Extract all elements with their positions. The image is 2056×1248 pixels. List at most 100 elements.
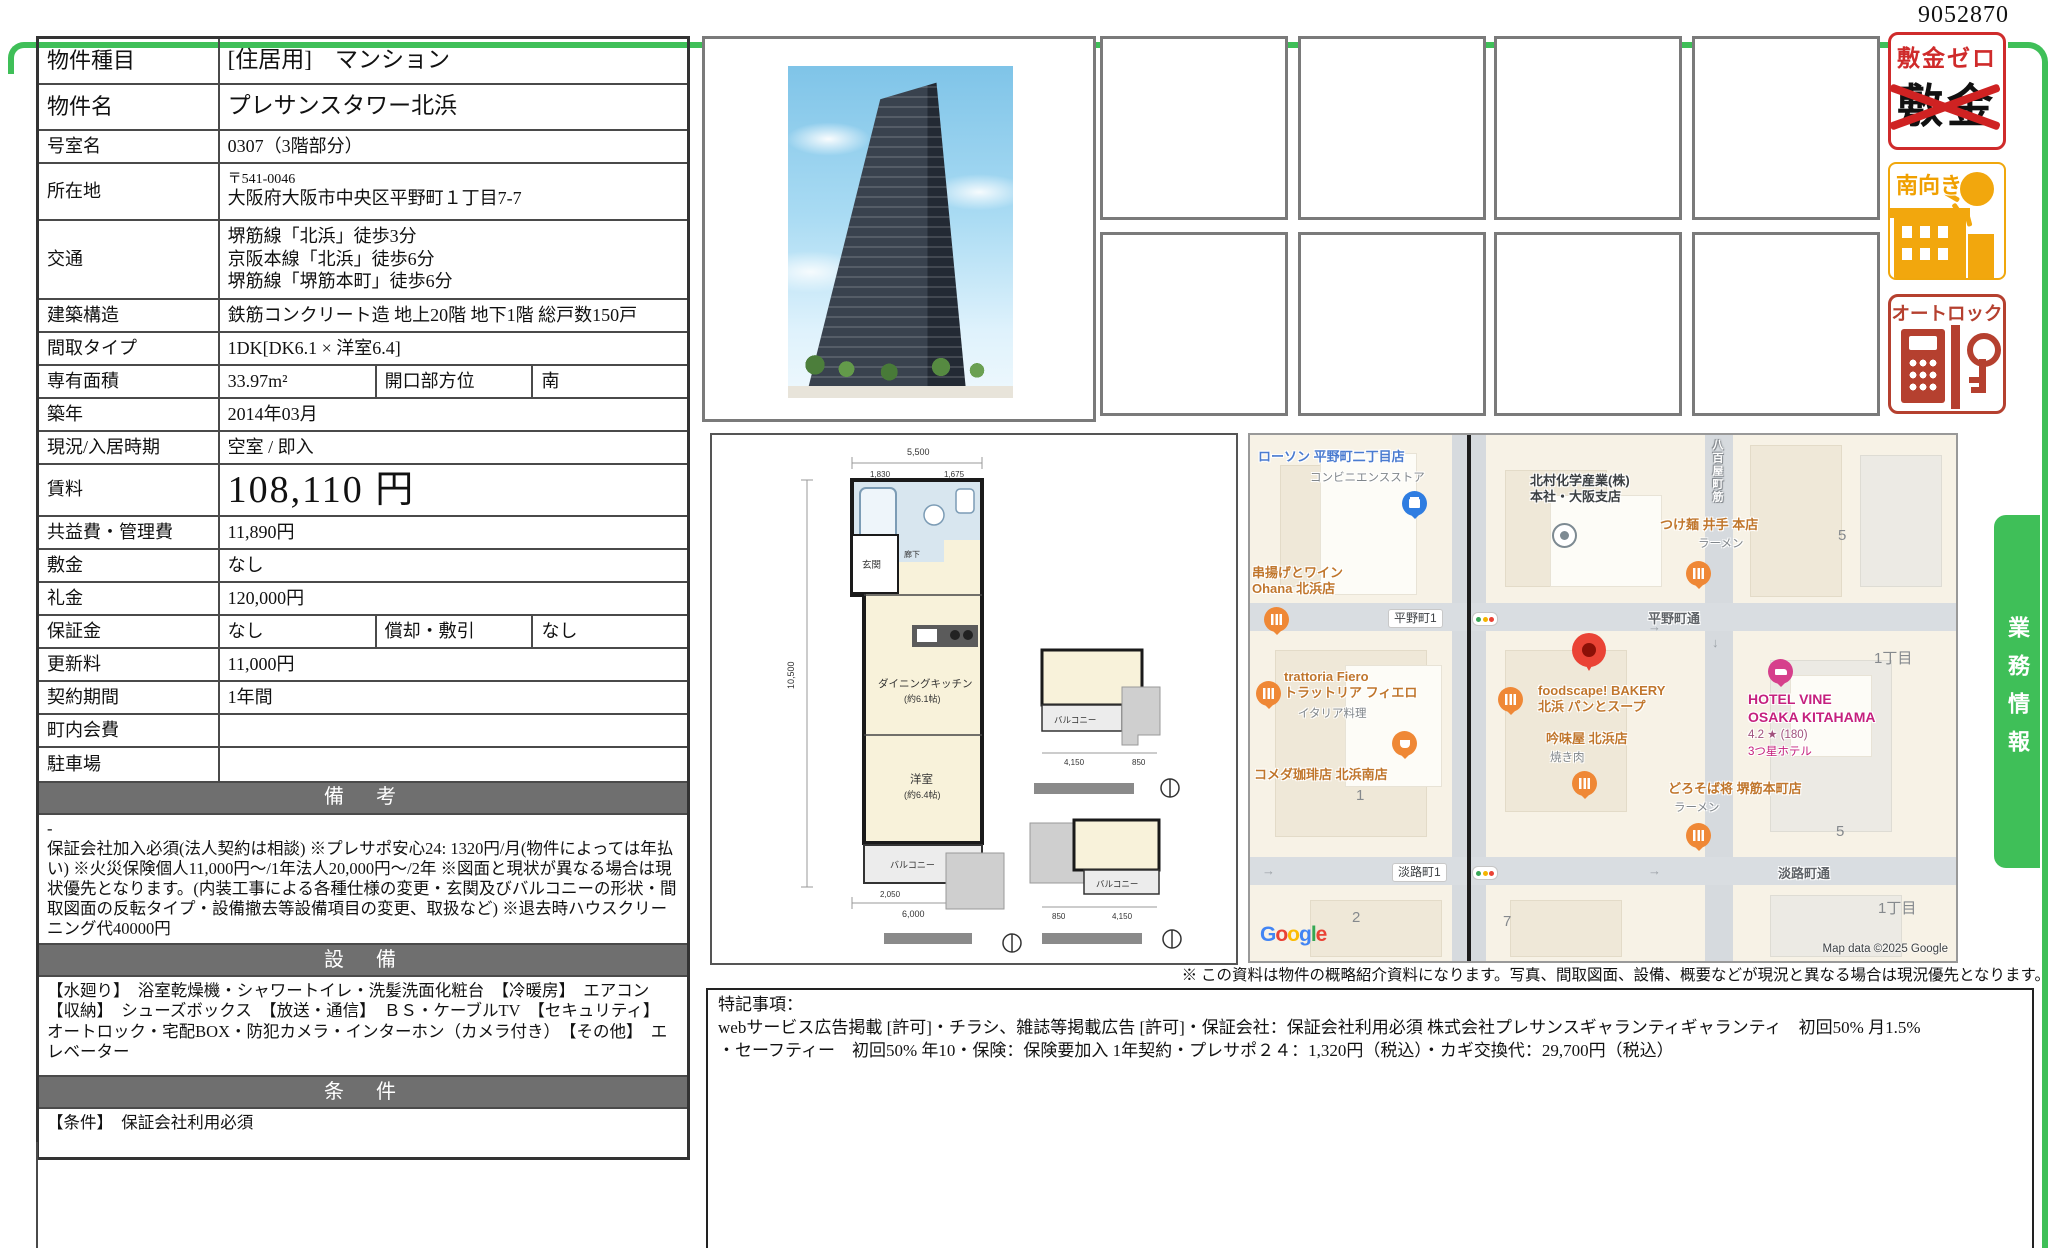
access-line: 堺筋線「北浜」徒歩3分 (228, 225, 679, 248)
map-attribution: Map data ©2025 Google (1823, 943, 1948, 955)
block-number: 5 (1838, 527, 1846, 544)
table-row: 賃料108,110 円 (38, 464, 689, 516)
oneway-arrow-icon: → (1648, 863, 1661, 878)
room-label-entrance: 玄関 (862, 559, 881, 571)
room-label-balcony: バルコニー (1054, 715, 1096, 725)
badge-minamimuki: 南向き (1888, 162, 2006, 280)
trees-image (788, 346, 1013, 388)
google-logo: Google (1260, 923, 1326, 947)
table-row: 契約期間1年間 (38, 681, 689, 714)
dim-label: 10,500 (786, 661, 796, 689)
badge-shikikin-zero-label: 敷金ゼロ (1891, 39, 2003, 73)
remarks-text: 保証会社加入必須(法人契約は相談) ※プレサポ安心24: 1320円/月(物件に… (47, 839, 679, 940)
rent-amount: 108,110 円 (228, 469, 416, 511)
block-number: 5 (1836, 823, 1844, 840)
business-info-tab-label: 業務情報 (2001, 616, 2033, 768)
block-number: 7 (1503, 913, 1511, 930)
building-photo (788, 66, 1013, 398)
intercom-icon (1901, 329, 1945, 403)
business-info-tab: 業務情報 (1994, 515, 2040, 868)
room-label-dk: ダイニングキッチン (878, 677, 973, 690)
remarks-row: - 保証会社加入必須(法人契約は相談) ※プレサポ安心24: 1320円/月(物… (38, 814, 689, 945)
room-size-bedroom: (約6.4帖) (904, 789, 941, 800)
access-line: 京阪本線「北浜」徒歩6分 (228, 248, 679, 271)
dim-label: 2,050 (880, 890, 901, 899)
equipment-section-header: 設 備 (38, 944, 689, 976)
badge-autolock: オートロック (1888, 294, 2006, 414)
oneway-arrow-icon: → (1262, 863, 1275, 878)
equipment-text: 【水廻り】 浴室乾燥機・シャワートイレ・洗髪洗面化粧台 【冷暖房】 エアコン 【… (38, 976, 689, 1076)
conditions-text: 【条件】 保証会社利用必須 (38, 1108, 689, 1159)
table-row: 間取タイプ1DK[DK6.1 × 洋室6.4] (38, 332, 689, 365)
table-row: 物件種目[住居用] マンション (38, 38, 689, 84)
traffic-light-icon (1472, 612, 1498, 626)
dim-label: 850 (1132, 758, 1146, 767)
table-row: 専有面積33.97m²開口部方位南 (38, 365, 689, 398)
poi-ginmiya: 吟味屋 北浜店 (1546, 731, 1628, 747)
road-awajimachi (1250, 857, 1956, 885)
doc-number: 9052870 (1918, 2, 2030, 29)
dim-label: 4,150 (1064, 758, 1085, 767)
table-row: 町内会費 (38, 714, 689, 747)
notes-box: 特記事項： webサービス広告掲載 [許可]・チラシ、雑誌等掲載広告 [許可]・… (706, 988, 2034, 1248)
table-row: 共益費・管理費11,890円 (38, 516, 689, 549)
intersection-label-awajimachi1: 淡路町1 (1392, 863, 1447, 882)
zip-code: 〒541-0046 (228, 173, 679, 187)
building-photo-frame (702, 36, 1096, 422)
table-row: 敷金なし (38, 549, 689, 582)
badge-minamimuki-label: 南向き (1896, 168, 1962, 200)
property-location-pin-icon (1572, 633, 1606, 667)
poi-hotel-vine-rating: 4.2 ★ (180) (1748, 727, 1808, 741)
poi-trattoria-fiero: trattoria Fieroトラットリア フィエロ (1284, 669, 1417, 702)
poi-dorosoba-category: ラーメン (1674, 799, 1720, 815)
floorplan-drawing: 5,500 1,830 1,675 10,500 6,000 2,050 950… (712, 435, 1236, 959)
remarks-section-header: 備 考 (38, 782, 689, 814)
poi-ginmiya-category: 焼き肉 (1550, 749, 1585, 765)
poi-komeda: コメダ珈琲店 北浜南店 (1254, 767, 1388, 783)
poi-hotel-vine: HOTEL VINEOSAKA KITAHAMA (1748, 691, 1876, 726)
map-disclaimer: ※ この資料は物件の概略紹介資料になります。写真、間取図面、設備、概要などが現況… (1100, 963, 2050, 985)
access-line: 堺筋線「堺筋本町」徒歩6分 (228, 270, 679, 293)
poi-dorosoba: どろそば将 堺筋本町店 (1668, 781, 1802, 797)
notes-title: 特記事項： (718, 994, 2022, 1017)
notes-line: ・セーフティー 初回50% 年10・保険：保険要加入 1年契約・プレサポ２４：1… (718, 1040, 2022, 1063)
poi-foodscape: foodscape! BAKERY北浜 パンとスープ (1538, 683, 1665, 716)
photo-placeholder (1494, 36, 1682, 220)
dim-label: 1,830 (870, 470, 891, 479)
road-label-yaoyamachi: 八百屋町筋 (1709, 439, 1725, 504)
photo-placeholder (1100, 36, 1288, 220)
sun-icon (1960, 172, 1994, 206)
poi-trattoria-fiero-category: イタリア料理 (1298, 705, 1367, 721)
restaurant-pin-icon (1572, 771, 1597, 796)
room-label-hall: 廊下 (904, 549, 920, 559)
table-row: 礼金120,000円 (38, 582, 689, 615)
restaurant-pin-icon (1686, 823, 1711, 848)
equipment-row: 【水廻り】 浴室乾燥機・シャワートイレ・洗髪洗面化粧台 【冷暖房】 エアコン 【… (38, 976, 689, 1076)
table-row: 駐車場 (38, 747, 689, 782)
photo-placeholder (1692, 36, 1880, 220)
badge-shikikin-zero: 敷金ゼロ 敷金 (1888, 32, 2006, 150)
restaurant-pin-icon (1686, 561, 1711, 586)
dim-label: 4,150 (1112, 912, 1133, 921)
property-flyer-page: 9052870 物件種目[住居用] マンション 物件名プレサンスタワー北浜 号室… (0, 0, 2056, 1248)
oneway-arrow-icon: → (1648, 619, 1661, 634)
table-row: 更新料11,000円 (38, 648, 689, 681)
photo-placeholder (1298, 36, 1486, 220)
block-number: 2 (1352, 909, 1360, 926)
table-row: 所在地〒541-0046大阪府大阪市中央区平野町１丁目7-7 (38, 163, 689, 220)
table-row: 号室名0307（3階部分） (38, 130, 689, 163)
convenience-store-pin-icon (1402, 491, 1427, 516)
notes-line: webサービス広告掲載 [許可]・チラシ、雑誌等掲載広告 [許可]・保証会社：保… (718, 1017, 2022, 1040)
company-pin-icon (1552, 523, 1577, 548)
address: 大阪府大阪市中央区平野町１丁目7-7 (228, 188, 522, 208)
road-hiranomachi (1250, 603, 1956, 631)
badge-autolock-label: オートロック (1891, 300, 2003, 326)
remarks-dash: - (47, 819, 679, 839)
table-row: 築年2014年03月 (38, 398, 689, 431)
dim-label: 850 (1052, 912, 1066, 921)
traffic-light-icon (1472, 866, 1498, 880)
dim-label: 6,000 (902, 909, 925, 919)
table-row: 保証金なし償却・敷引なし (38, 615, 689, 648)
subway-line (1467, 435, 1471, 961)
table-row: 物件名プレサンスタワー北浜 (38, 84, 689, 130)
